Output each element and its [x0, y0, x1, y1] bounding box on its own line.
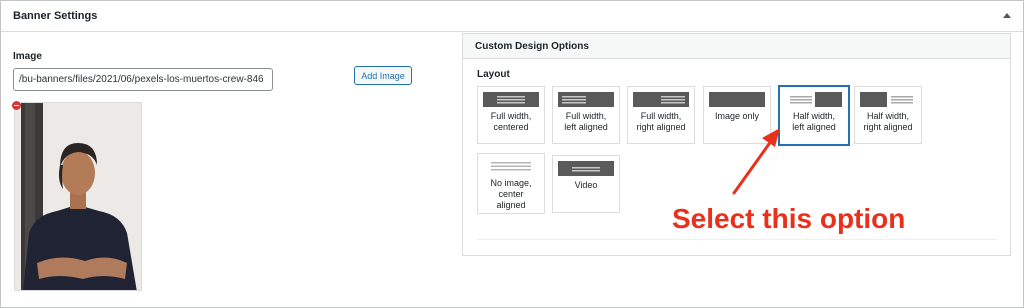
banner-settings-metabox: Banner Settings Image Add Image Custom D… [0, 0, 1024, 308]
layout-option-caption: Half width, right aligned [863, 111, 913, 132]
layout-option-full-width-right[interactable]: Full width, right aligned [627, 86, 695, 144]
panel-divider [477, 239, 997, 240]
layout-option-video[interactable]: Video [552, 155, 620, 213]
metabox-title: Banner Settings [13, 10, 98, 22]
image-preview [14, 102, 142, 291]
layout-option-caption: Full width, centered [490, 111, 532, 132]
layout-label: Layout [477, 69, 510, 80]
metabox-header: Banner Settings [1, 1, 1023, 32]
image-only-icon [709, 92, 765, 107]
layout-option-caption: Half width, left aligned [792, 111, 836, 132]
portrait-image [15, 103, 141, 290]
full-width-right-icon [633, 92, 689, 107]
remove-circle-icon[interactable] [12, 101, 21, 110]
layout-option-caption: Image only [714, 111, 760, 121]
image-path-input[interactable] [13, 68, 273, 91]
half-width-right-icon [860, 92, 913, 107]
layout-option-half-width-left[interactable]: Half width, left aligned [778, 85, 850, 146]
layout-option-caption: Video [574, 180, 598, 190]
image-field-label: Image [13, 51, 42, 62]
add-image-button[interactable]: Add Image [354, 66, 412, 85]
annotation-text: Select this option [672, 203, 906, 234]
full-width-left-icon [558, 92, 614, 107]
layout-option-no-image-center[interactable]: No image, center aligned [477, 153, 545, 214]
layout-option-half-width-right[interactable]: Half width, right aligned [854, 86, 922, 144]
layout-option-caption: Full width, right aligned [636, 111, 686, 132]
full-width-centered-icon [483, 92, 539, 107]
half-width-left-icon [790, 92, 842, 107]
no-image-center-icon [491, 162, 531, 171]
layout-option-caption: Full width, left aligned [564, 111, 608, 132]
design-options-title: Custom Design Options [475, 41, 589, 52]
layout-option-image-only[interactable]: Image only [703, 86, 771, 144]
layout-option-full-width-left[interactable]: Full width, left aligned [552, 86, 620, 144]
design-options-header: Custom Design Options [463, 34, 1010, 59]
layout-option-caption: No image, center aligned [490, 178, 532, 210]
video-icon [558, 161, 614, 176]
layout-option-full-width-centered[interactable]: Full width, centered [477, 86, 545, 144]
triangle-up-icon[interactable] [1003, 13, 1011, 18]
